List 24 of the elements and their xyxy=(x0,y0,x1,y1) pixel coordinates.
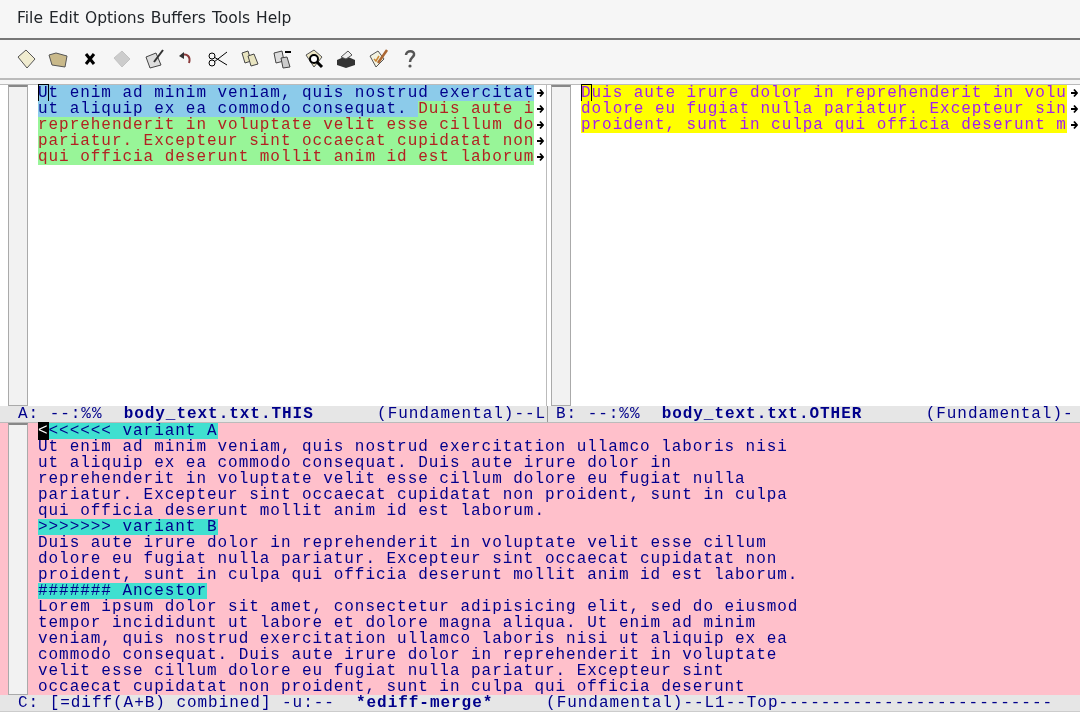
menu-item[interactable]: File xyxy=(14,7,46,31)
text-line: dolore eu fugiat nulla pariatur. Excepteur sint occaecat cupidatat non xyxy=(38,551,778,567)
text-line: qui officia deserunt mollit anim id est laborum. xyxy=(38,503,545,519)
menu-item[interactable]: Buffers xyxy=(147,7,209,31)
text-line: proident, sunt in culpa qui officia deserunt mollit anim id est laborum. xyxy=(38,567,799,583)
text-line: ut aliquip ex ea commodo consequat. Duis aute irure dolor in xyxy=(38,455,672,471)
scrollbar[interactable] xyxy=(8,423,28,695)
text-line: reprehenderit in voluptate velit esse cillum dolore eu fugiat nulla xyxy=(38,471,746,487)
text-line: commodo consequat. Duis aute irure dolor in reprehenderit in voluptate xyxy=(38,647,778,663)
text-line: Duis aute irure dolor in reprehenderit in voluptate velit esse cillum xyxy=(38,535,767,551)
pen-document-icon[interactable] xyxy=(142,47,166,71)
text-line: velit esse cillum dolore eu fugiat nulla pariatur. Excepteur sint xyxy=(38,663,725,679)
menu-item[interactable]: Options xyxy=(81,7,148,31)
menu-item[interactable]: Tools xyxy=(208,7,254,31)
menu-item[interactable]: Help xyxy=(253,7,295,31)
text-line: Ut enim ad minim veniam, quis nostrud exercitation ullamco laboris nisi xyxy=(38,439,788,455)
text-line: tempor incididunt ut labore et dolore magna aliqua. Ut enim ad minim xyxy=(38,615,757,631)
text-line: veniam, quis nostrud exercitation ullamco laboris nisi ut aliquip ex ea xyxy=(38,631,788,647)
text-line: Lorem ipsum dolor sit amet, consectetur adipisicing elit, sed do eiusmod xyxy=(38,599,799,615)
scrollbar[interactable] xyxy=(551,85,571,406)
text-line: pariatur. Excepteur sint occaecat cupidatat non proident, sunt in culpa xyxy=(38,487,788,503)
text-line: occaecat cupidatat non proident, sunt in culpa qui officia deserunt xyxy=(38,679,746,695)
menu-item[interactable]: Edit xyxy=(45,7,82,31)
scrollbar[interactable] xyxy=(8,85,28,406)
